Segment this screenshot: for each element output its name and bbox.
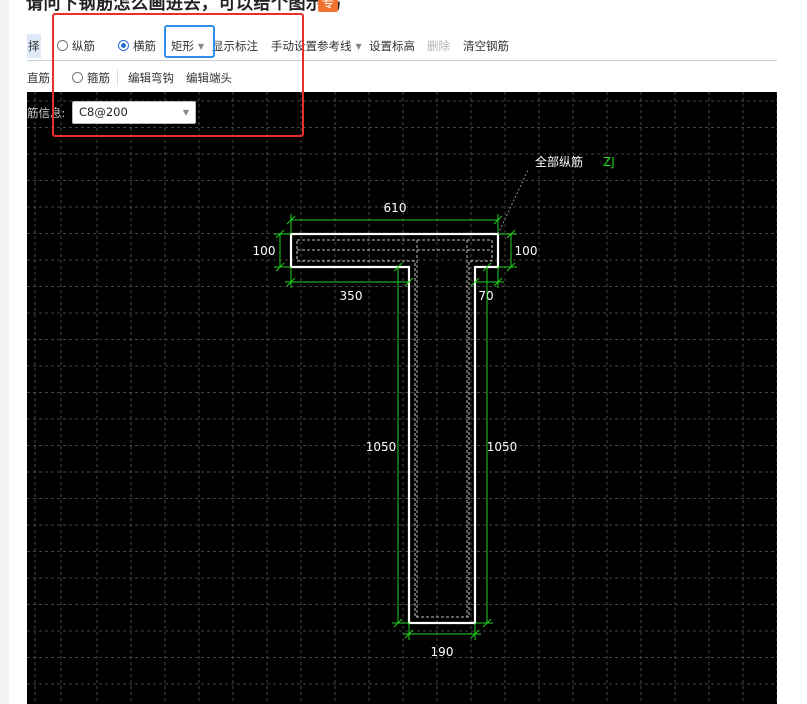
question-title: 请问下钢筋怎么画进去，可以给个图示吗 — [26, 0, 341, 14]
straight-rebar-label: 直筋 — [27, 71, 50, 85]
set-elevation-button[interactable]: 设置标高 — [369, 34, 415, 58]
straight-rebar-button[interactable]: 直筋 — [27, 66, 50, 90]
right-gutter — [777, 0, 807, 704]
callout-leader-line — [497, 169, 529, 235]
callout-code: ZJ — [603, 155, 615, 169]
clear-rebar-button[interactable]: 清空钢筋 — [463, 34, 509, 58]
set-elevation-label: 设置标高 — [369, 39, 415, 53]
callout-label: 全部纵筋 — [535, 154, 583, 169]
dim-label-top-width: 610 — [384, 201, 407, 215]
chevron-down-icon: ▼ — [355, 42, 362, 51]
dim-label-left-flange: 100 — [253, 244, 276, 258]
select-tool-label: 择 — [28, 39, 40, 53]
dim-label-web-width: 190 — [431, 645, 454, 659]
dim-label-left-overhang: 350 — [340, 289, 363, 303]
select-tool-button[interactable]: 择 — [27, 34, 41, 58]
left-gutter — [0, 0, 9, 704]
drawing-canvas[interactable]: 610 100 100 350 70 1050 1050 190 全部纵筋 ZJ — [27, 92, 777, 704]
delete-button[interactable]: 删除 — [427, 34, 450, 58]
delete-label: 删除 — [427, 39, 450, 53]
rebar-outline — [296, 239, 493, 618]
highlight-box-blue — [164, 25, 215, 58]
expert-tag-badge: 专 — [318, 0, 338, 12]
dim-label-right-overhang: 70 — [478, 289, 493, 303]
section-drawing[interactable]: 610 100 100 350 70 1050 1050 190 全部纵筋 ZJ — [27, 92, 777, 704]
dim-label-right-web: 1050 — [487, 440, 518, 454]
clear-rebar-label: 清空钢筋 — [463, 39, 509, 53]
dim-label-right-flange: 100 — [515, 244, 538, 258]
dim-label-left-web: 1050 — [366, 440, 397, 454]
